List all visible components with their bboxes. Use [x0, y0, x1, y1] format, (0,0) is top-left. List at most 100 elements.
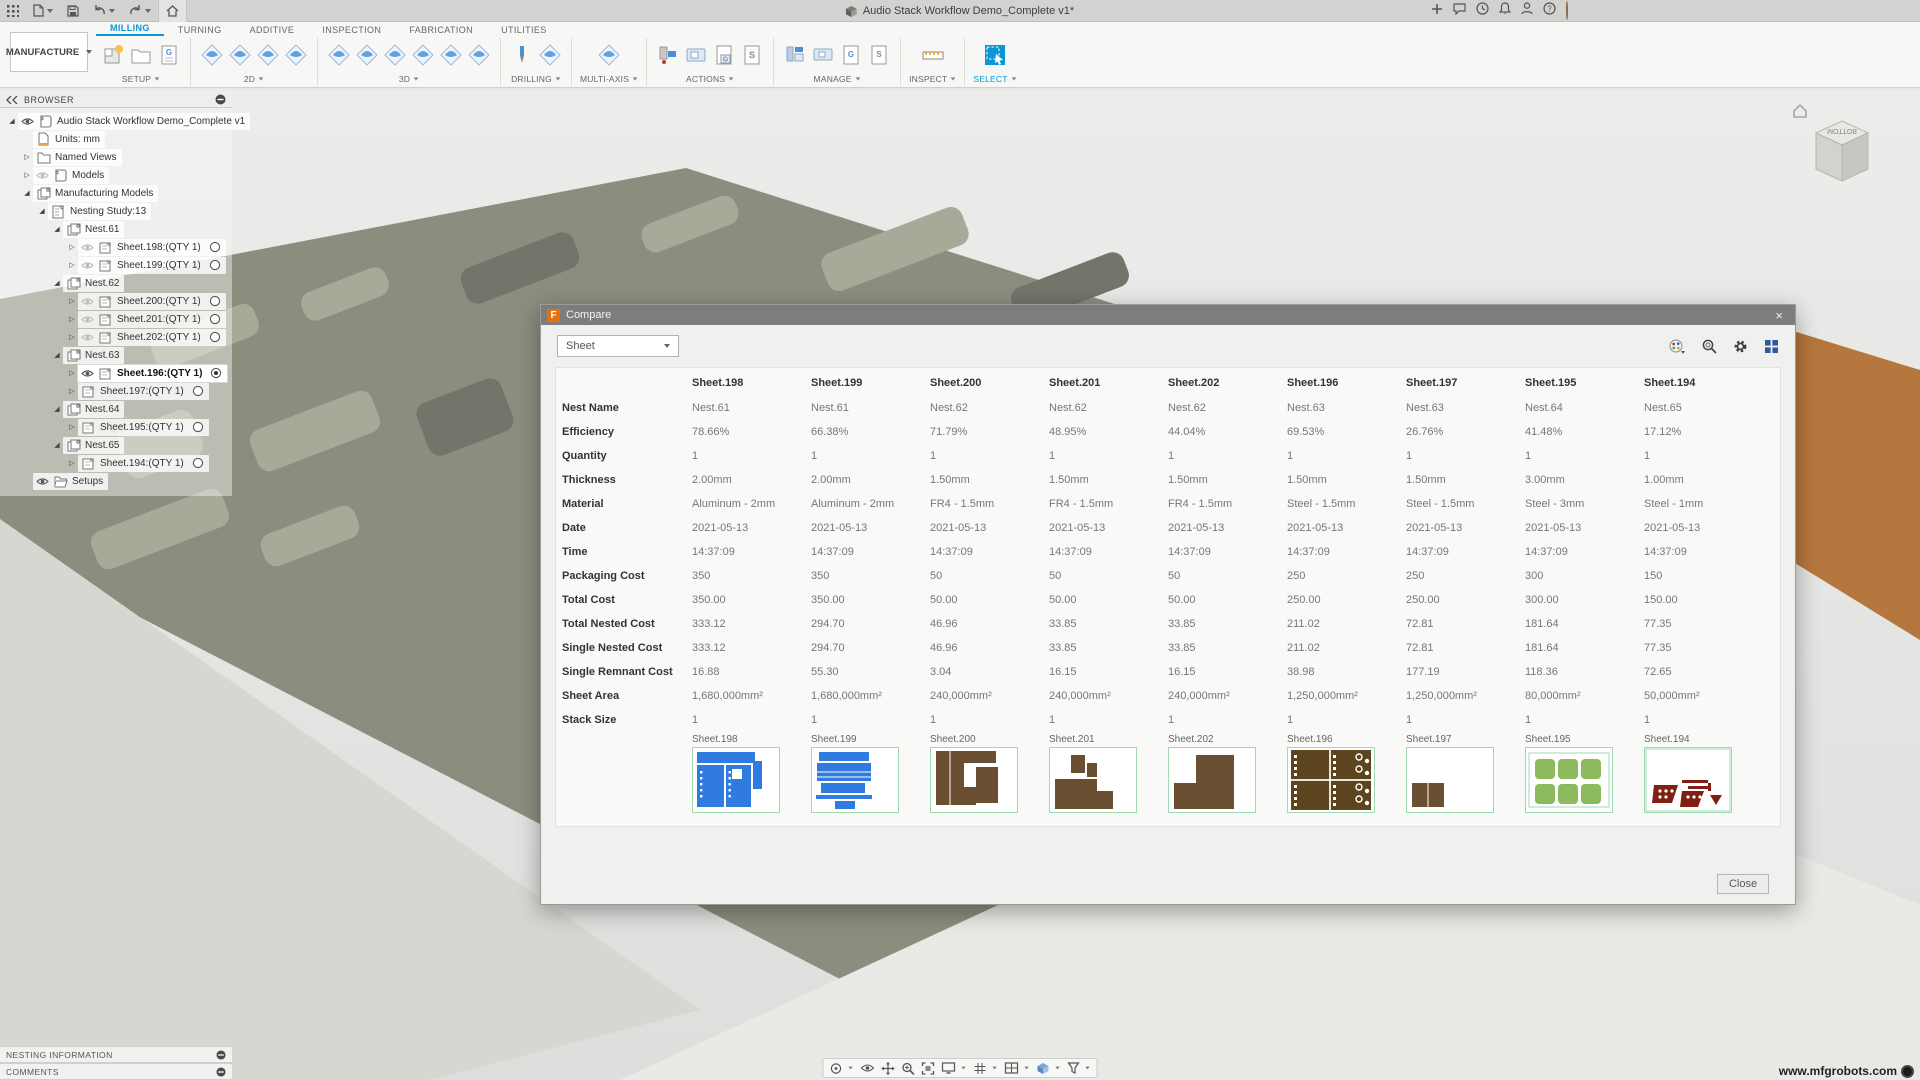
ribbon-group-label[interactable]: DRILLING	[511, 74, 561, 84]
tree-item[interactable]: ◢Manufacturing Models	[2, 184, 232, 202]
gcode-doc-icon[interactable]: G	[156, 40, 182, 70]
expand-closed-icon[interactable]: ▷	[66, 459, 78, 467]
expand-closed-icon[interactable]: ▷	[66, 243, 78, 251]
tab-utilities[interactable]: UTILITIES	[487, 25, 561, 36]
sheet-thumbnail[interactable]: Sheet.195	[1519, 734, 1638, 818]
expand-open-icon[interactable]: ◢	[51, 351, 63, 359]
sheet-thumbnail[interactable]: Sheet.197	[1400, 734, 1519, 818]
palette-icon[interactable]	[1669, 339, 1686, 354]
scallop-icon[interactable]	[410, 40, 436, 70]
compare-mode-select[interactable]: Sheet	[557, 335, 679, 357]
expand-open-icon[interactable]: ◢	[51, 405, 63, 413]
visibility-eye-icon[interactable]	[81, 297, 94, 306]
avatar-icon[interactable]	[1566, 2, 1568, 20]
panel-options-icon[interactable]	[215, 94, 226, 105]
grid-view-icon[interactable]	[1764, 339, 1779, 354]
visual-style-icon[interactable]	[1037, 1062, 1061, 1075]
swarf-icon[interactable]	[596, 40, 622, 70]
clock-icon[interactable]	[1476, 2, 1489, 20]
sheet-thumbnail[interactable]: Sheet.201	[1043, 734, 1162, 818]
radio-icon[interactable]	[192, 457, 204, 469]
bell-icon[interactable]	[1499, 2, 1511, 20]
radio-icon[interactable]	[209, 295, 221, 307]
save-icon[interactable]	[60, 0, 86, 22]
sheet-thumbnail[interactable]: Sheet.194	[1638, 734, 1757, 818]
sheet-thumbnail[interactable]: Sheet.200	[924, 734, 1043, 818]
home-icon[interactable]	[158, 0, 187, 22]
zoom-icon[interactable]	[902, 1062, 915, 1075]
tree-item[interactable]: ▷Sheet.200:(QTY 1)	[2, 292, 232, 310]
collapse-panel-icon[interactable]	[6, 96, 18, 104]
close-icon[interactable]: ×	[1769, 308, 1789, 323]
folder-icon[interactable]	[128, 40, 154, 70]
chat-icon[interactable]	[1453, 2, 1466, 20]
ribbon-group-label[interactable]: 2D	[244, 74, 264, 84]
visibility-eye-icon[interactable]	[81, 315, 94, 324]
expand-closed-icon[interactable]: ▷	[66, 369, 78, 377]
pan-icon[interactable]	[882, 1062, 895, 1075]
doc-s-icon[interactable]: S	[866, 40, 892, 70]
post-g-icon[interactable]: G	[711, 40, 737, 70]
tree-item[interactable]: ◢Nest.64	[2, 400, 232, 418]
expand-closed-icon[interactable]: ▷	[66, 387, 78, 395]
setup-new-icon[interactable]	[100, 40, 126, 70]
tree-item[interactable]: ▷Named Views	[2, 148, 232, 166]
tree-item[interactable]: ▷Sheet.201:(QTY 1)	[2, 310, 232, 328]
pocket-2d-icon[interactable]	[227, 40, 253, 70]
expand-closed-icon[interactable]: ▷	[66, 333, 78, 341]
tree-item[interactable]: ▷Sheet.197:(QTY 1)	[2, 382, 232, 400]
ribbon-group-label[interactable]: 3D	[399, 74, 419, 84]
sheet-thumbnail[interactable]: Sheet.199	[805, 734, 924, 818]
tab-additive[interactable]: ADDITIVE	[236, 25, 309, 36]
ribbon-group-label[interactable]: MULTI-AXIS	[580, 74, 638, 84]
expand-open-icon[interactable]: ◢	[6, 117, 18, 125]
expand-open-icon[interactable]: ◢	[51, 441, 63, 449]
tree-item[interactable]: ◢Nest.65	[2, 436, 232, 454]
grid-settings-icon[interactable]	[974, 1062, 998, 1075]
sheet-thumbnail[interactable]: Sheet.202	[1162, 734, 1281, 818]
tab-inspection[interactable]: INSPECTION	[308, 25, 395, 36]
tree-item[interactable]: Units: mm	[2, 130, 232, 148]
tree-item[interactable]: ▷Sheet.198:(QTY 1)	[2, 238, 232, 256]
visibility-eye-icon[interactable]	[81, 261, 94, 270]
radio-icon[interactable]	[192, 385, 204, 397]
user-icon[interactable]	[1521, 2, 1533, 20]
radio-icon[interactable]	[192, 421, 204, 433]
tree-item[interactable]: ▷Sheet.195:(QTY 1)	[2, 418, 232, 436]
help-icon[interactable]: ?	[1543, 2, 1556, 20]
sheet-thumbnail[interactable]: Sheet.198	[686, 734, 805, 818]
ribbon-group-label[interactable]: SETUP	[122, 74, 160, 84]
ribbon-group-label[interactable]: ACTIONS	[686, 74, 734, 84]
tree-item[interactable]: ▷Sheet.199:(QTY 1)	[2, 256, 232, 274]
ribbon-group-label[interactable]: MANAGE	[814, 74, 861, 84]
parallel-icon[interactable]	[382, 40, 408, 70]
simulate-icon[interactable]	[655, 40, 681, 70]
contour-2d-icon[interactable]	[255, 40, 281, 70]
spiral-icon[interactable]	[438, 40, 464, 70]
visibility-eye-icon[interactable]	[81, 333, 94, 342]
expand-open-icon[interactable]: ◢	[21, 189, 33, 197]
tree-item[interactable]: ◢Nest.63	[2, 346, 232, 364]
pocket-3d-icon[interactable]	[354, 40, 380, 70]
visibility-eye-icon[interactable]	[81, 369, 94, 378]
workspace-selector-button[interactable]: MANUFACTURE	[10, 32, 88, 72]
add-icon[interactable]	[1431, 2, 1443, 20]
tree-item[interactable]: ◢Nest.62	[2, 274, 232, 292]
ribbon-group-label[interactable]: INSPECT	[909, 74, 956, 84]
tree-item[interactable]: ▷Sheet.194:(QTY 1)	[2, 454, 232, 472]
tree-item[interactable]: ◢Nesting Study:13	[2, 202, 232, 220]
sheet-thumbnail[interactable]: Sheet.196	[1281, 734, 1400, 818]
zoom-magnifier-icon[interactable]	[1702, 339, 1717, 354]
viewcube[interactable]: BOTTOM	[1790, 97, 1880, 189]
radio-icon[interactable]	[209, 241, 221, 253]
visibility-eye-icon[interactable]	[36, 477, 49, 486]
tree-item[interactable]: ▷Sheet.196:(QTY 1)	[2, 364, 232, 382]
file-icon[interactable]	[26, 0, 60, 22]
compare-dialog-titlebar[interactable]: F Compare ×	[541, 305, 1795, 325]
undo-icon[interactable]	[86, 0, 122, 22]
expand-open-icon[interactable]: ◢	[51, 279, 63, 287]
nesting-information-panel[interactable]: NESTING INFORMATION	[0, 1046, 232, 1063]
panel-options-icon[interactable]	[216, 1050, 226, 1060]
adaptive-icon[interactable]	[326, 40, 352, 70]
tree-item[interactable]: ◢Nest.61	[2, 220, 232, 238]
